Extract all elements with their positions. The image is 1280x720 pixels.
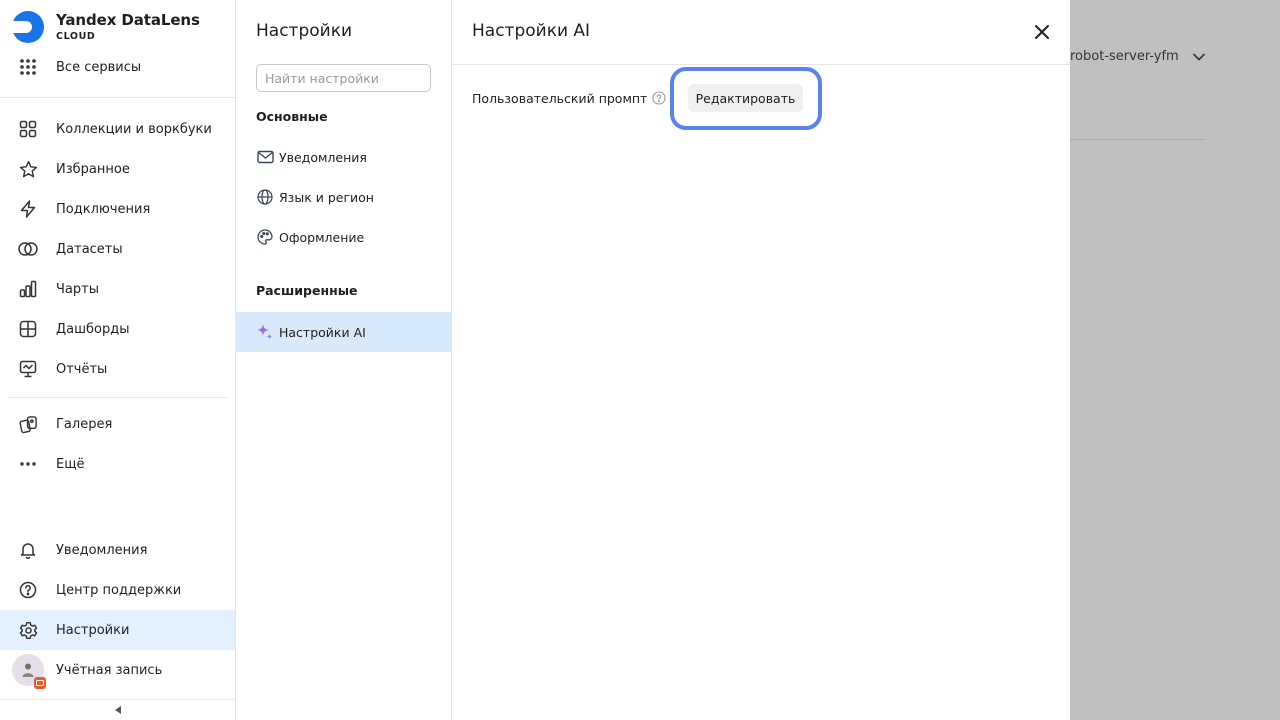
nav-item-support[interactable]: Центр поддержки [0, 570, 235, 610]
nav-item-collections[interactable]: Коллекции и воркбуки [0, 109, 235, 149]
nav-item-connections[interactable]: Подключения [0, 189, 235, 229]
nav-all-services[interactable]: Все сервисы [0, 47, 235, 87]
close-button[interactable] [1030, 20, 1054, 44]
nav-divider [8, 397, 228, 398]
modal-overlay[interactable] [1070, 0, 1280, 720]
nav-item-more[interactable]: Ещё [0, 444, 235, 484]
custom-prompt-row: Пользовательский промпт [472, 84, 666, 112]
star-icon [18, 159, 38, 179]
nav-label: Чарты [56, 281, 99, 297]
group-title-basic: Основные [256, 109, 328, 124]
nav-label: Настройки [56, 622, 130, 638]
nav-label: Коллекции и воркбуки [56, 121, 212, 137]
settings-item-label: Оформление [279, 229, 365, 245]
panel-divider [452, 64, 1070, 65]
help-circle-icon [18, 580, 38, 600]
globe-icon [256, 188, 274, 206]
datalens-logo-icon [12, 11, 44, 43]
settings-content-panel: Настройки AI Пользовательский промпт Ред… [452, 0, 1070, 720]
rings-icon [18, 239, 38, 259]
nav-item-settings[interactable]: Настройки [0, 610, 235, 650]
nav-item-datasets[interactable]: Датасеты [0, 229, 235, 269]
main-navigation: Yandex DataLens CLOUD Все сервисы Коллек… [0, 0, 236, 720]
bell-icon [18, 540, 38, 560]
settings-title: Настройки [256, 21, 353, 41]
settings-item-label: Язык и регион [279, 189, 374, 205]
background-user-name: robot-server-yfm [1070, 49, 1179, 64]
settings-item-label: Настройки AI [279, 324, 366, 340]
sparkle-icon [256, 323, 274, 341]
grid-icon [18, 119, 38, 139]
settings-item-notifications[interactable]: Уведомления [236, 137, 451, 177]
more-dots-icon [18, 454, 38, 474]
nav-item-charts[interactable]: Чарты [0, 269, 235, 309]
user-avatar-icon [22, 663, 34, 677]
settings-item-appearance[interactable]: Оформление [236, 217, 451, 257]
chart-icon [18, 279, 38, 299]
report-icon [18, 359, 38, 379]
settings-search-input[interactable] [256, 64, 431, 92]
nav-label: Избранное [56, 161, 130, 177]
settings-item-label: Уведомления [279, 149, 367, 165]
brand[interactable]: Yandex DataLens CLOUD [12, 10, 200, 44]
nav-label: Подключения [56, 201, 151, 217]
nav-label: Центр поддержки [56, 582, 182, 598]
background-user-menu: robot-server-yfm [1070, 49, 1205, 64]
nav-item-dashboards[interactable]: Дашборды [0, 309, 235, 349]
nav-label: Уведомления [56, 542, 148, 558]
dashboard-icon [18, 319, 38, 339]
chevron-down-icon [1192, 53, 1205, 60]
gallery-icon [18, 414, 38, 434]
bolt-icon [18, 199, 38, 219]
brand-subtitle: CLOUD [56, 31, 96, 42]
settings-item-language[interactable]: Язык и регион [236, 177, 451, 217]
settings-item-ai[interactable]: Настройки AI [236, 312, 451, 352]
custom-prompt-label: Пользовательский промпт [472, 90, 648, 106]
nav-label: Все сервисы [56, 59, 142, 75]
avatar [12, 654, 46, 689]
gear-icon [18, 620, 38, 640]
collapse-nav-button[interactable] [0, 699, 235, 720]
collapse-arrow-icon [114, 706, 121, 714]
nav-label: Галерея [56, 416, 113, 432]
apps-grid-icon [18, 57, 38, 77]
nav-label: Ещё [56, 456, 85, 472]
cloud-badge-icon [34, 677, 46, 689]
close-icon [1035, 25, 1049, 39]
nav-label: Датасеты [56, 241, 123, 257]
nav-item-account[interactable]: Учётная запись [0, 650, 235, 690]
nav-item-notifications[interactable]: Уведомления [0, 530, 235, 570]
panel-title: Настройки AI [472, 21, 591, 41]
palette-icon [256, 228, 274, 246]
background-divider [1070, 139, 1205, 140]
question-circle-icon[interactable] [652, 91, 666, 105]
nav-item-reports[interactable]: Отчёты [0, 349, 235, 389]
group-title-advanced: Расширенные [256, 283, 358, 298]
settings-sections-panel: Настройки Основные Уведомления Язык и ре… [236, 0, 452, 720]
brand-name: Yandex DataLens [56, 11, 200, 29]
nav-item-favorites[interactable]: Избранное [0, 149, 235, 189]
nav-item-gallery[interactable]: Галерея [0, 404, 235, 444]
edit-prompt-button[interactable]: Редактировать [688, 84, 803, 112]
nav-divider [0, 97, 235, 98]
app-root: robot-server-yfm Yandex DataLens CLOUD В… [0, 0, 1280, 720]
nav-label: Дашборды [56, 321, 130, 337]
nav-label: Отчёты [56, 361, 108, 377]
nav-label: Учётная запись [56, 662, 163, 678]
mail-icon [256, 148, 274, 166]
